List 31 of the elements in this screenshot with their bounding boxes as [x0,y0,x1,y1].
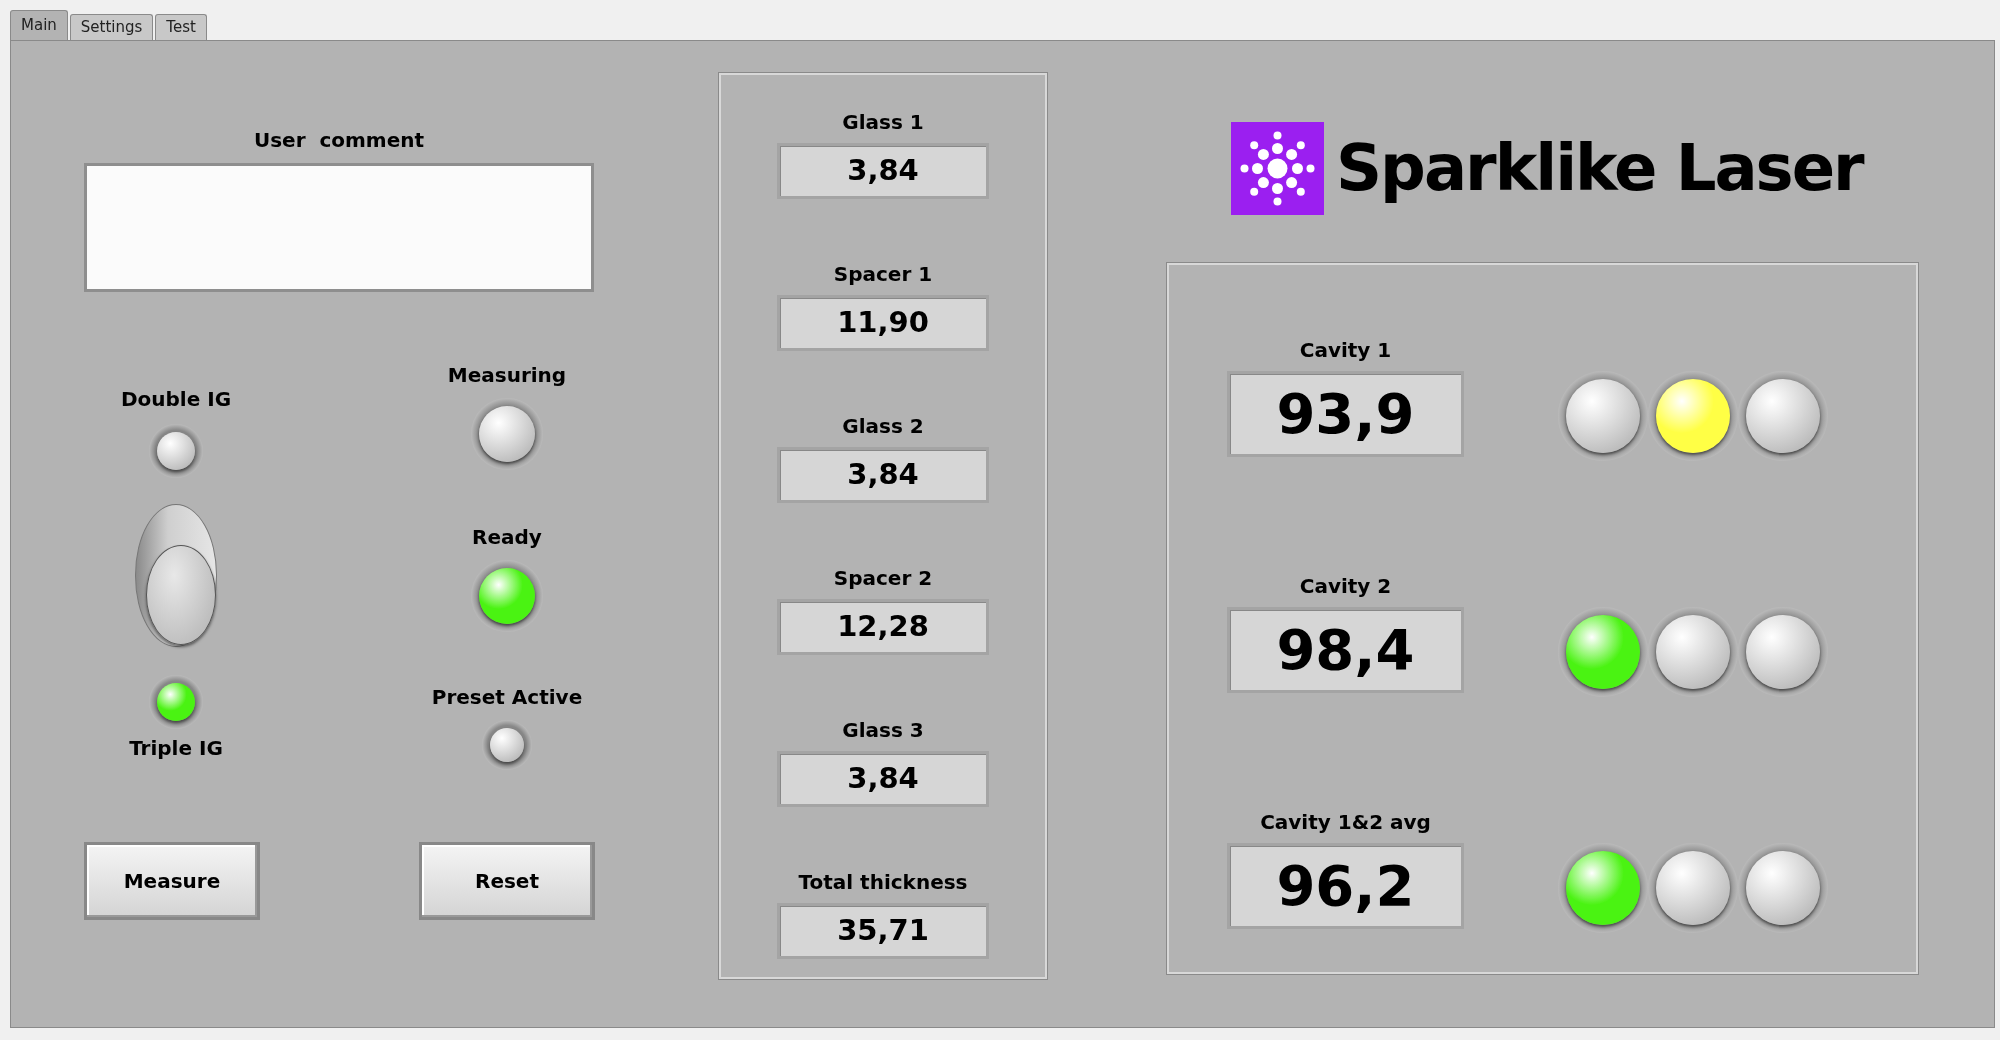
value-display: 3,84 [777,447,989,503]
value-label: Cavity 2 [1299,573,1392,600]
comment-label: User comment [253,127,425,154]
mode-label: Triple IG [129,735,223,762]
value-label: Spacer 1 [833,261,933,288]
tab[interactable]: Main [10,10,68,40]
tab[interactable]: Test [155,14,207,40]
value-label: Cavity 1&2 avg [1260,809,1431,836]
action-button[interactable]: Reset [419,842,595,920]
value-display: 12,28 [777,599,989,655]
value-label: Total thickness [798,869,968,896]
value-display: 11,90 [777,295,989,351]
value-label: Glass 2 [842,413,924,440]
value-display: 93,9 [1227,371,1464,457]
value-display: 35,71 [777,903,989,959]
indicator-label: Ready [472,524,542,551]
value-label: Cavity 1 [1299,337,1392,364]
indicator-label: Measuring [447,362,567,389]
value-display: 98,4 [1227,607,1464,693]
comment-field[interactable] [84,163,594,292]
mode-label: Double IG [120,386,232,413]
action-button[interactable]: Measure [84,842,260,920]
value-display: 3,84 [777,143,989,199]
tab[interactable]: Settings [69,14,154,40]
value-label: Glass 1 [842,109,924,136]
sparkle-logo-icon [1231,121,1324,215]
value-label: Spacer 2 [833,565,933,592]
value-label: Glass 3 [842,717,924,744]
indicator-label: Preset Active [431,684,583,711]
value-display: 3,84 [777,751,989,807]
value-display: 96,2 [1227,843,1464,929]
